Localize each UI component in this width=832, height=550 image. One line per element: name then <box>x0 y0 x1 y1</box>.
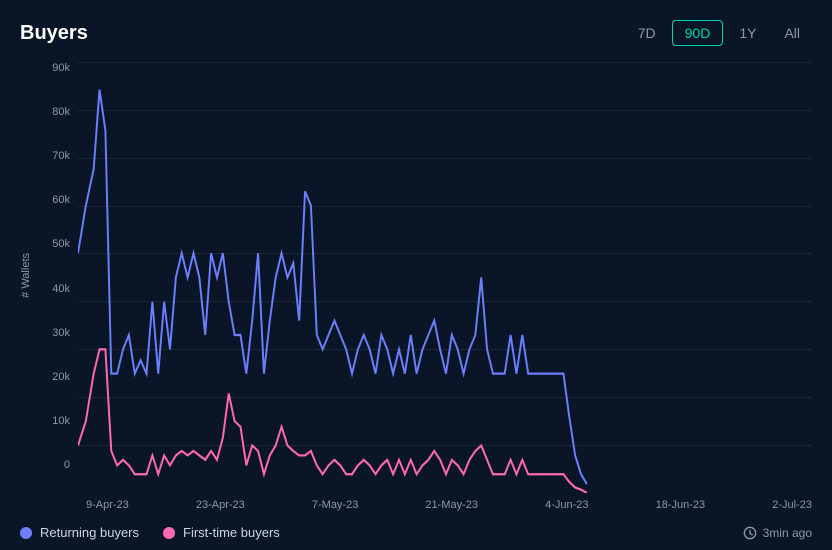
x-axis: 9-Apr-23 23-Apr-23 7-May-23 21-May-23 4-… <box>36 493 812 511</box>
filter-all[interactable]: All <box>772 21 812 45</box>
legend-firsttime: First-time buyers <box>163 525 280 540</box>
legend-dot-firsttime <box>163 527 175 539</box>
x-tick: 18-Jun-23 <box>656 499 706 511</box>
y-tick: 30k <box>52 327 70 339</box>
x-tick: 23-Apr-23 <box>196 499 245 511</box>
filter-7d[interactable]: 7D <box>626 21 668 45</box>
legend-returning: Returning buyers <box>20 525 139 540</box>
legend-label-returning: Returning buyers <box>40 525 139 540</box>
chart-svg <box>78 62 812 493</box>
filter-90d[interactable]: 90D <box>672 20 724 46</box>
y-tick: 50k <box>52 238 70 250</box>
y-tick: 60k <box>52 194 70 206</box>
page-title: Buyers <box>20 22 88 45</box>
time-filter-group: 7D 90D 1Y All <box>626 20 812 46</box>
filter-1y[interactable]: 1Y <box>727 21 768 45</box>
x-tick: 4-Jun-23 <box>545 499 588 511</box>
x-tick: 9-Apr-23 <box>86 499 129 511</box>
y-axis: 90k 80k 70k 60k 50k 40k 30k 20k 10k 0 <box>36 62 78 493</box>
y-tick: 0 <box>64 459 70 471</box>
y-tick: 40k <box>52 283 70 295</box>
timestamp-label: 3min ago <box>763 526 812 540</box>
x-tick: 7-May-23 <box>312 499 358 511</box>
chart-plot <box>78 62 812 493</box>
x-tick: 21-May-23 <box>425 499 478 511</box>
legend-label-firsttime: First-time buyers <box>183 525 280 540</box>
y-tick: 70k <box>52 150 70 162</box>
y-tick: 80k <box>52 106 70 118</box>
x-tick: 2-Jul-23 <box>772 499 812 511</box>
legend-dot-returning <box>20 527 32 539</box>
y-tick: 90k <box>52 62 70 74</box>
timestamp: 3min ago <box>743 526 812 540</box>
y-axis-label: # Wallets <box>20 253 32 298</box>
clock-icon <box>743 526 757 540</box>
y-tick: 10k <box>52 415 70 427</box>
legend: Returning buyers First-time buyers 3min … <box>20 521 812 540</box>
y-tick: 20k <box>52 371 70 383</box>
